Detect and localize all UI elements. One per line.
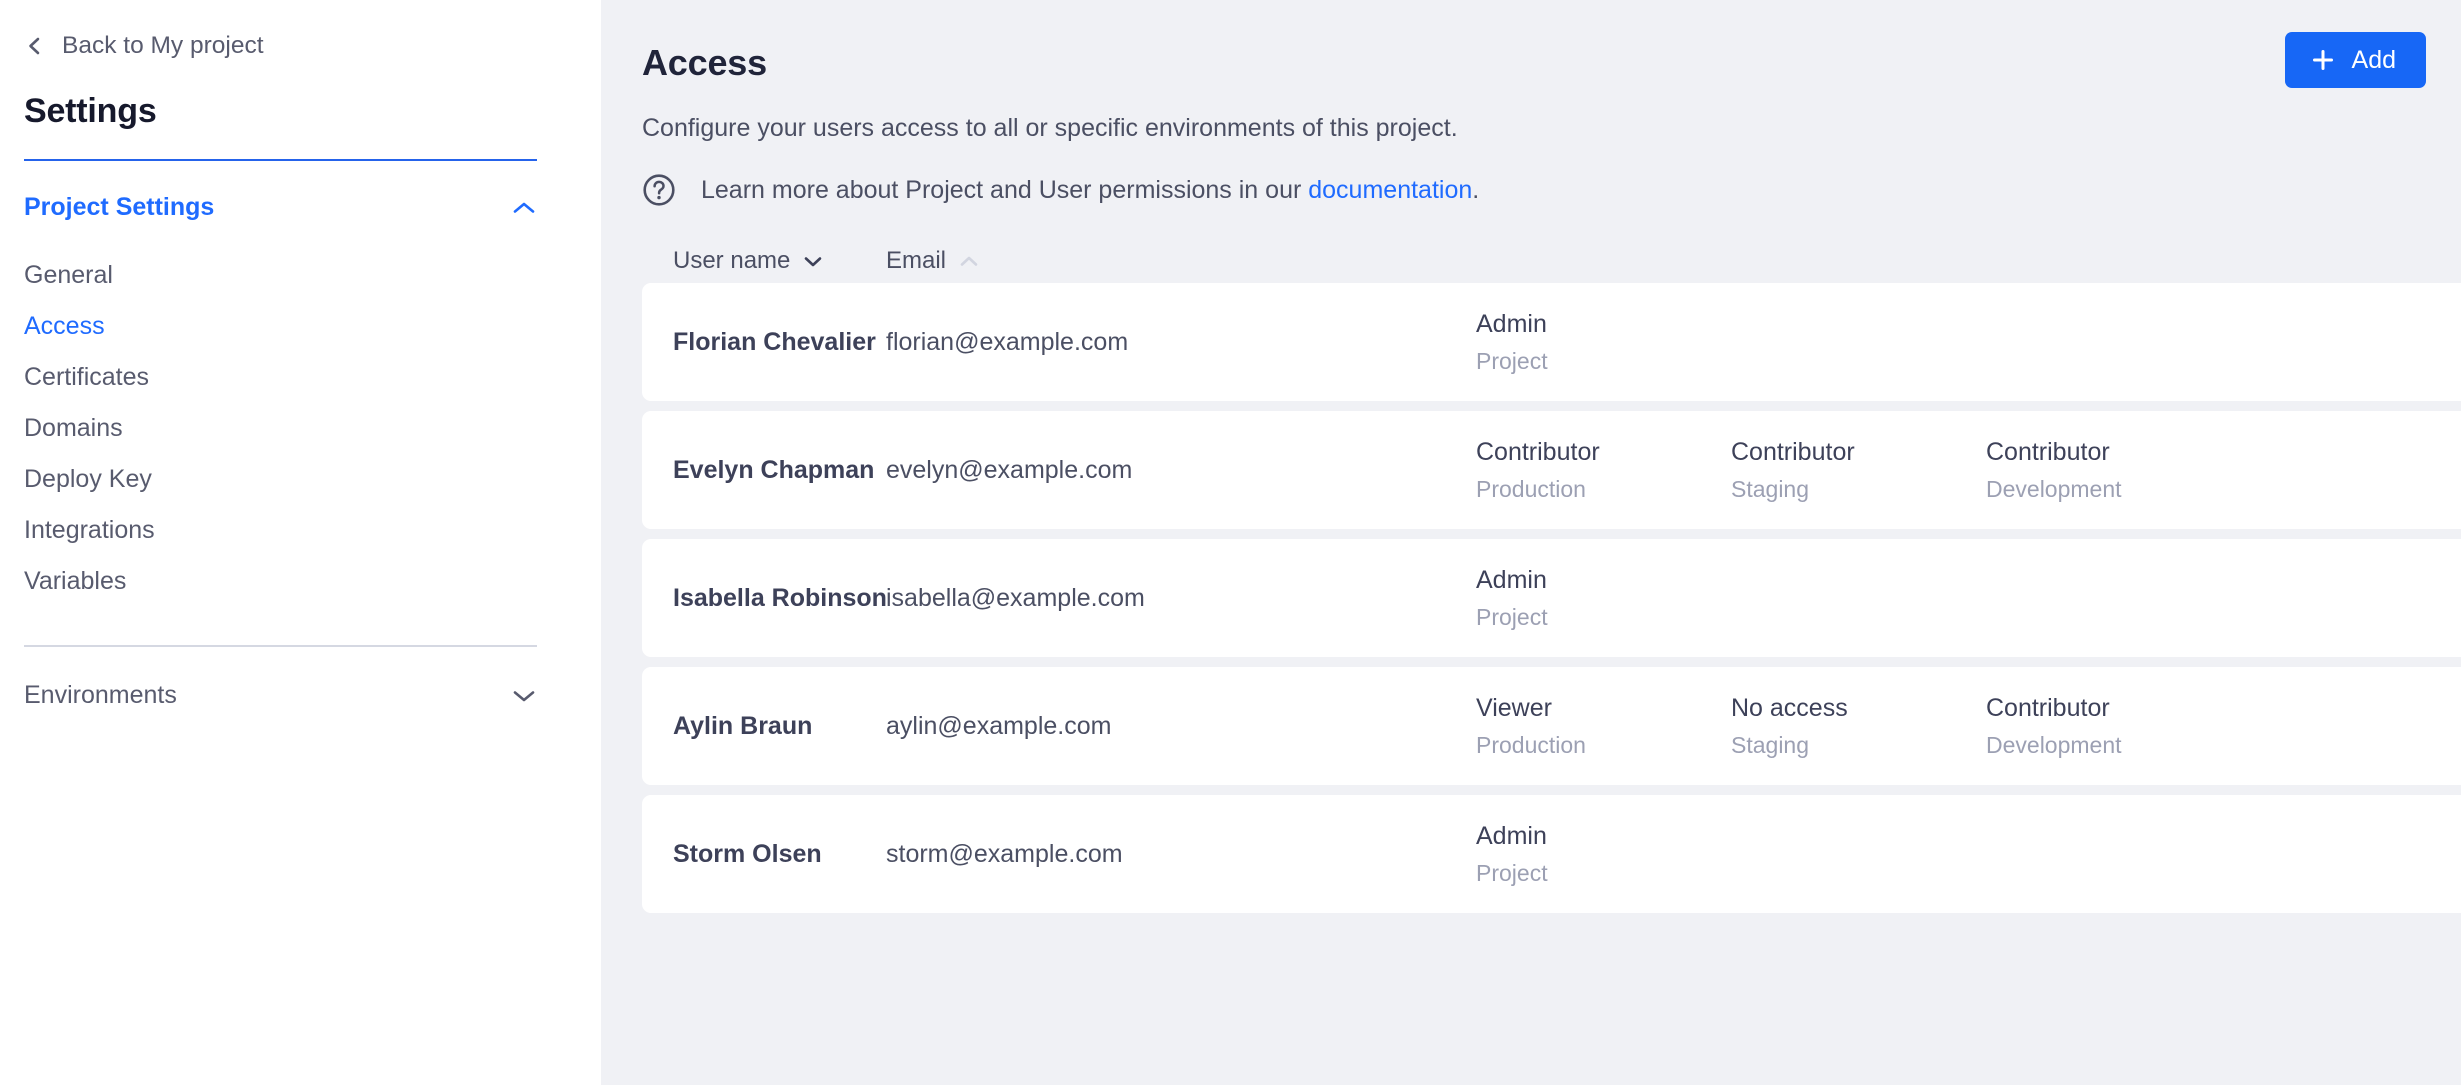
chevron-up-icon <box>511 199 537 217</box>
sidebar-section-label-environments: Environments <box>24 681 177 709</box>
app-root: Back to My project Settings Project Sett… <box>0 0 2461 1085</box>
table-row[interactable]: Aylin Braun aylin@example.com Viewer Pro… <box>642 667 2461 785</box>
permission-item[interactable]: Admin Project <box>1476 821 1731 886</box>
page-header: Access Add <box>642 28 2426 88</box>
table-row[interactable]: Florian Chevalier florian@example.com Ad… <box>642 283 2461 401</box>
chevron-down-icon <box>511 687 537 705</box>
permission-item[interactable]: Contributor Development <box>1986 437 2241 502</box>
user-email: florian@example.com <box>886 327 1129 356</box>
user-name: Florian Chevalier <box>673 327 876 356</box>
permission-item[interactable]: Contributor Development <box>1986 693 2241 758</box>
sidebar-section-environments[interactable]: Environments <box>24 683 537 708</box>
documentation-hint: Learn more about Project and User permis… <box>642 173 2426 207</box>
permission-item[interactable]: Admin Project <box>1476 309 1731 374</box>
back-to-project-link[interactable]: Back to My project <box>24 28 537 64</box>
permission-scope: Project <box>1476 859 1548 886</box>
table-column-email-label: Email <box>886 247 947 274</box>
permission-item[interactable]: Contributor Staging <box>1731 437 1986 502</box>
permission-role: Viewer <box>1476 693 1552 722</box>
permission-item[interactable]: Admin Project <box>1476 565 1731 630</box>
sidebar-item-domains[interactable]: Domains <box>24 403 537 454</box>
page-title: Access <box>642 42 767 83</box>
chevron-left-icon <box>24 35 44 57</box>
permission-scope: Staging <box>1731 475 1810 502</box>
permission-role: Contributor <box>1986 693 2110 722</box>
question-circle-icon <box>642 173 676 207</box>
table-row[interactable]: Storm Olsen storm@example.com Admin Proj… <box>642 795 2461 913</box>
user-permissions: Contributor Production Contributor Stagi… <box>1476 437 2241 502</box>
user-name: Evelyn Chapman <box>673 455 875 484</box>
permission-scope: Staging <box>1731 731 1810 758</box>
sidebar-item-integrations[interactable]: Integrations <box>24 505 537 556</box>
add-user-button-label: Add <box>2351 45 2396 74</box>
user-permissions: Admin Project <box>1476 821 1731 886</box>
user-name: Aylin Braun <box>673 711 813 740</box>
permission-role: Admin <box>1476 565 1547 594</box>
documentation-text-before: Learn more about Project and User permis… <box>701 175 1309 204</box>
sidebar-title: Settings <box>24 92 157 130</box>
permission-item[interactable]: No access Staging <box>1731 693 1986 758</box>
user-email: aylin@example.com <box>886 711 1112 740</box>
user-permissions: Admin Project <box>1476 309 1731 374</box>
sidebar-section-label: Project Settings <box>24 193 215 221</box>
table-header-row: User name Email <box>642 239 2426 283</box>
sidebar-item-variables[interactable]: Variables <box>24 556 537 607</box>
sidebar-item-access[interactable]: Access <box>24 301 537 352</box>
permission-item[interactable]: Viewer Production <box>1476 693 1731 758</box>
permission-scope: Development <box>1986 475 2122 502</box>
permission-scope: Production <box>1476 475 1586 502</box>
permission-scope: Project <box>1476 603 1548 630</box>
sidebar-item-deploy-key[interactable]: Deploy Key <box>24 454 537 505</box>
permission-role: Contributor <box>1986 437 2110 466</box>
permission-role: Admin <box>1476 309 1547 338</box>
table-column-user-name[interactable]: User name <box>673 249 886 273</box>
documentation-text-after: . <box>1472 175 1480 204</box>
page-subtitle: Configure your users access to all or sp… <box>642 114 1458 142</box>
sidebar-item-certificates[interactable]: Certificates <box>24 352 537 403</box>
documentation-text: Learn more about Project and User permis… <box>701 175 1480 204</box>
user-permissions: Viewer Production No access Staging Cont… <box>1476 693 2241 758</box>
permission-scope: Project <box>1476 347 1548 374</box>
access-table: User name Email Florian Chevalier floria… <box>642 239 2461 913</box>
user-email: evelyn@example.com <box>886 455 1133 484</box>
user-name: Isabella Robinson <box>673 583 887 612</box>
sidebar-divider-active <box>24 159 537 161</box>
permission-role: Contributor <box>1476 437 1600 466</box>
settings-sidebar: Back to My project Settings Project Sett… <box>0 0 601 1085</box>
sidebar-nav-list: General Access Certificates Domains Depl… <box>24 250 537 607</box>
table-column-user-name-label: User name <box>673 247 791 274</box>
user-email: isabella@example.com <box>886 583 1145 612</box>
permission-item[interactable]: Contributor Production <box>1476 437 1731 502</box>
permission-role: No access <box>1731 693 1848 722</box>
table-row[interactable]: Isabella Robinson isabella@example.com A… <box>642 539 2461 657</box>
main-content: Access Add Configure your users access t… <box>601 0 2461 1085</box>
sidebar-divider <box>24 645 537 647</box>
sort-desc-icon <box>803 254 823 268</box>
user-email: storm@example.com <box>886 839 1123 868</box>
sidebar-section-project-settings[interactable]: Project Settings <box>24 195 537 220</box>
back-to-project-label: Back to My project <box>62 31 264 59</box>
add-user-button[interactable]: Add <box>2284 32 2426 88</box>
permission-role: Contributor <box>1731 437 1855 466</box>
sidebar-item-general[interactable]: General <box>24 250 537 301</box>
permission-scope: Production <box>1476 731 1586 758</box>
documentation-link[interactable]: documentation <box>1308 176 1472 204</box>
permission-scope: Development <box>1986 731 2122 758</box>
user-name: Storm Olsen <box>673 839 822 868</box>
user-permissions: Admin Project <box>1476 565 1731 630</box>
table-column-email[interactable]: Email <box>886 249 979 273</box>
permission-role: Admin <box>1476 821 1547 850</box>
table-row[interactable]: Evelyn Chapman evelyn@example.com Contri… <box>642 411 2461 529</box>
plus-icon <box>2311 48 2335 72</box>
sort-asc-icon <box>959 254 979 268</box>
